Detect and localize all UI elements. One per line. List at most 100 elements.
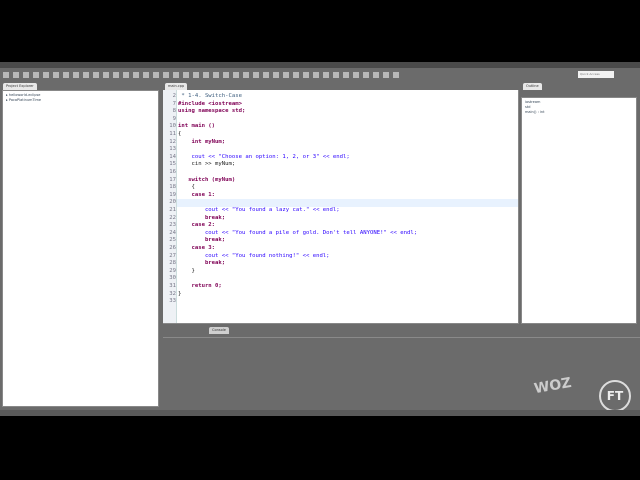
toolbar-button-icon[interactable]: [303, 72, 309, 78]
line-number: 31: [169, 283, 176, 289]
toolbar-button-icon[interactable]: [213, 72, 219, 78]
code-line[interactable]: cout << "You found nothing!" << endl;: [178, 253, 330, 261]
tab-outline[interactable]: Outline: [523, 83, 542, 90]
toolbar-button-icon[interactable]: [163, 72, 169, 78]
code-editor[interactable]: 2 * 1-4. Switch-Case 7 #include <iostream>…: [163, 90, 518, 323]
toolbar-button-icon[interactable]: [383, 72, 389, 78]
toolbar-button-icon[interactable]: [3, 72, 9, 78]
code-line[interactable]: case 3:: [178, 245, 215, 253]
toolbar: [0, 68, 640, 82]
toolbar-button-icon[interactable]: [23, 72, 29, 78]
tab-editor[interactable]: main.cpp: [165, 83, 188, 90]
toolbar-button-icon[interactable]: [123, 72, 129, 78]
outline-item[interactable]: main() : int: [525, 110, 633, 115]
code-line[interactable]: {: [178, 184, 194, 192]
toolbar-button-icon[interactable]: [43, 72, 49, 78]
toolbar-button-icon[interactable]: [243, 72, 249, 78]
toolbar-button-icon[interactable]: [293, 72, 299, 78]
line-number: 20: [169, 199, 176, 206]
line-number: 26: [169, 245, 176, 251]
quick-access-input[interactable]: Quick Access: [578, 71, 614, 78]
toolbar-button-icon[interactable]: [283, 72, 289, 78]
tree-item[interactable]: ▸ PacaPlatinumTime: [6, 98, 155, 103]
toolbar-button-icon[interactable]: [263, 72, 269, 78]
toolbar-button-icon[interactable]: [253, 72, 259, 78]
code-line[interactable]: cout << "You found a pile of gold. Don't…: [178, 230, 417, 238]
tree-item-label: PacaPlatinumTime: [8, 98, 42, 102]
code-line[interactable]: case 1:: [178, 192, 215, 200]
toolbar-button-icon[interactable]: [113, 72, 119, 78]
code-line[interactable]: {: [178, 131, 181, 139]
current-line-highlight: [177, 199, 518, 207]
line-number: 30: [169, 275, 176, 282]
line-number: 11: [169, 131, 176, 137]
line-number: 29: [169, 267, 176, 274]
toolbar-button-icon[interactable]: [103, 72, 109, 78]
toolbar-button-icon[interactable]: [313, 72, 319, 78]
toolbar-button-icon[interactable]: [393, 72, 399, 78]
toolbar-button-icon[interactable]: [93, 72, 99, 78]
toolbar-button-icon[interactable]: [193, 72, 199, 78]
line-number: 22: [169, 214, 176, 221]
tab-console[interactable]: Console: [209, 327, 229, 334]
line-number: 10: [169, 123, 176, 130]
code-line[interactable]: using namespace std;: [178, 108, 245, 116]
line-number: 24: [169, 229, 176, 236]
toolbar-button-icon[interactable]: [343, 72, 349, 78]
code-line[interactable]: cin >> myNum;: [178, 161, 235, 169]
toolbar-button-icon[interactable]: [63, 72, 69, 78]
ft-logo: FT: [599, 380, 631, 412]
code-line[interactable]: break;: [178, 237, 225, 245]
toolbar-button-icon[interactable]: [53, 72, 59, 78]
toolbar-button-icon[interactable]: [173, 72, 179, 78]
code-line[interactable]: }: [178, 291, 181, 299]
toolbar-button-icon[interactable]: [273, 72, 279, 78]
toolbar-button-icon[interactable]: [333, 72, 339, 78]
code-line[interactable]: * 1-4. Switch-Case: [178, 93, 242, 101]
toolbar-button-icon[interactable]: [373, 72, 379, 78]
toolbar-button-icon[interactable]: [83, 72, 89, 78]
tree-item-label: helloworld-eclipse: [8, 93, 41, 97]
tab-project-explorer[interactable]: Project Explorer: [3, 83, 37, 90]
code-line[interactable]: #include <iostream>: [178, 101, 242, 109]
code-line[interactable]: int myNum;: [178, 139, 225, 147]
toolbar-button-icon[interactable]: [233, 72, 239, 78]
toolbar-button-icon[interactable]: [73, 72, 79, 78]
code-line[interactable]: return 0;: [178, 283, 221, 291]
line-number: 14: [169, 153, 176, 160]
line-number: 18: [169, 184, 176, 191]
code-line[interactable]: break;: [178, 215, 225, 223]
line-number: 33: [169, 298, 176, 305]
line-number: 12: [169, 138, 176, 145]
toolbar-button-icon[interactable]: [183, 72, 189, 78]
line-number: 7: [172, 100, 176, 107]
toolbar-button-icon[interactable]: [353, 72, 359, 78]
toolbar-button-icon[interactable]: [363, 72, 369, 78]
toolbar-button-icon[interactable]: [203, 72, 209, 78]
toolbar-button-icon[interactable]: [143, 72, 149, 78]
line-number: 15: [169, 161, 176, 168]
code-line[interactable]: int main (): [178, 123, 215, 131]
line-number: 13: [169, 146, 176, 153]
toolbar-button-icon[interactable]: [223, 72, 229, 78]
line-number: 2: [172, 93, 176, 99]
line-number: 32: [169, 290, 176, 297]
code-line[interactable]: }: [178, 268, 194, 276]
toolbar-button-icon[interactable]: [153, 72, 159, 78]
toolbar-button-icon[interactable]: [133, 72, 139, 78]
toolbar-button-icon[interactable]: [13, 72, 19, 78]
toolbar-button-icon[interactable]: [33, 72, 39, 78]
line-number: 27: [169, 252, 176, 259]
toolbar-button-icon[interactable]: [323, 72, 329, 78]
line-number: 8: [172, 108, 176, 115]
line-number: 21: [169, 207, 176, 213]
line-number: 25: [169, 237, 176, 244]
code-line[interactable]: cout << "Choose an option: 1, 2, or 3" <…: [178, 154, 349, 162]
line-number: 28: [169, 260, 176, 267]
code-line[interactable]: break;: [178, 260, 225, 268]
project-explorer-panel: ▸ helloworld-eclipse ▸ PacaPlatinumTime: [2, 90, 159, 407]
code-line[interactable]: cout << "You found a lazy cat." << endl;: [178, 207, 340, 215]
code-line[interactable]: switch (myNum): [178, 177, 235, 185]
outline-panel: iostream std main() : int: [521, 97, 637, 324]
code-line[interactable]: case 2:: [178, 222, 215, 230]
